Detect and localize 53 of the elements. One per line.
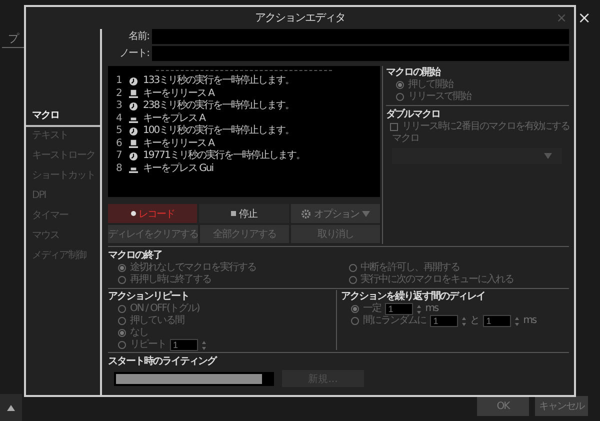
dialog-title: アクションエディタ bbox=[255, 11, 345, 25]
option-label: 中断を許可し、再開する bbox=[360, 262, 460, 274]
option-label: 途切れなしでマクロを実行する bbox=[130, 262, 256, 274]
unit-label: ms bbox=[523, 315, 536, 327]
joiner-label: と bbox=[470, 315, 480, 327]
section-title: アクションリピート bbox=[108, 290, 190, 303]
step-number: 5 bbox=[116, 125, 122, 138]
delay-field[interactable]: 1 bbox=[483, 315, 512, 327]
option-label: 押して開始 bbox=[408, 79, 453, 91]
option-label: リリースで開始 bbox=[408, 91, 471, 103]
dialog-button[interactable]: キャンセル bbox=[535, 396, 588, 416]
sidebar-tab[interactable]: マクロ bbox=[26, 107, 100, 127]
step-text[interactable]: 133ミリ秒の実行を一時停止します。 bbox=[143, 75, 294, 88]
step-text[interactable]: キーをリリース A bbox=[143, 88, 214, 100]
step-text[interactable]: 19771ミリ秒の実行を一時停止します。 bbox=[143, 150, 305, 162]
record-button[interactable]: レコード bbox=[108, 204, 198, 223]
step-number: 7 bbox=[116, 150, 122, 162]
section-title: ダブルマクロ bbox=[386, 108, 441, 120]
repeat-count-field[interactable]: 1 bbox=[170, 339, 198, 351]
step-text[interactable]: 100ミリ秒の実行を一時停止します。 bbox=[143, 125, 294, 138]
option-label: 実行中に次のマクロをキューに入れる bbox=[360, 274, 514, 286]
option-label: ON / OFF(トグル) bbox=[130, 303, 200, 315]
section-title: マクロの終了 bbox=[108, 249, 163, 262]
dialog-button[interactable]: OK bbox=[477, 396, 529, 416]
step-number: 1 bbox=[116, 75, 122, 88]
option-label: リピート bbox=[130, 339, 166, 351]
step-number: 6 bbox=[116, 138, 123, 150]
option-label: リリース時に2番目のマクロを有効にする bbox=[402, 121, 570, 133]
option-label: 一定 bbox=[363, 303, 382, 315]
options-button[interactable]: オプション bbox=[290, 204, 380, 223]
step-text[interactable]: 238ミリ秒の実行を一時停止します。 bbox=[143, 100, 294, 112]
field-label: ノート: bbox=[118, 48, 150, 60]
step-number: 8 bbox=[116, 162, 123, 175]
delay-field[interactable]: 1 bbox=[430, 315, 458, 327]
section-title: スタート時のライティング bbox=[108, 355, 218, 368]
stop-button[interactable]: 停止 bbox=[199, 204, 289, 223]
section-title: マクロの開始 bbox=[386, 66, 442, 79]
step-number: 3 bbox=[116, 100, 122, 112]
step-number: 2 bbox=[116, 88, 122, 100]
step-text[interactable]: キーをプレス Gui bbox=[143, 162, 214, 175]
close-button[interactable]: × bbox=[578, 8, 590, 28]
option-label: 再押し時に終了する bbox=[130, 274, 211, 286]
field-label: 名前: bbox=[128, 30, 150, 42]
step-number: 4 bbox=[116, 112, 123, 125]
step-text[interactable]: キーをリリース A bbox=[143, 138, 214, 150]
unit-label: ms bbox=[425, 303, 438, 315]
section-title: アクションを繰り返す間のディレイ bbox=[341, 290, 486, 302]
option-label: 間にランダムに bbox=[363, 315, 426, 327]
delay-field[interactable]: 1 bbox=[385, 303, 414, 315]
option-label: なし bbox=[130, 327, 148, 339]
option-label: 押している間 bbox=[130, 315, 184, 327]
field-label: マクロ bbox=[392, 133, 419, 145]
step-text[interactable]: キーをプレス A bbox=[143, 112, 206, 125]
